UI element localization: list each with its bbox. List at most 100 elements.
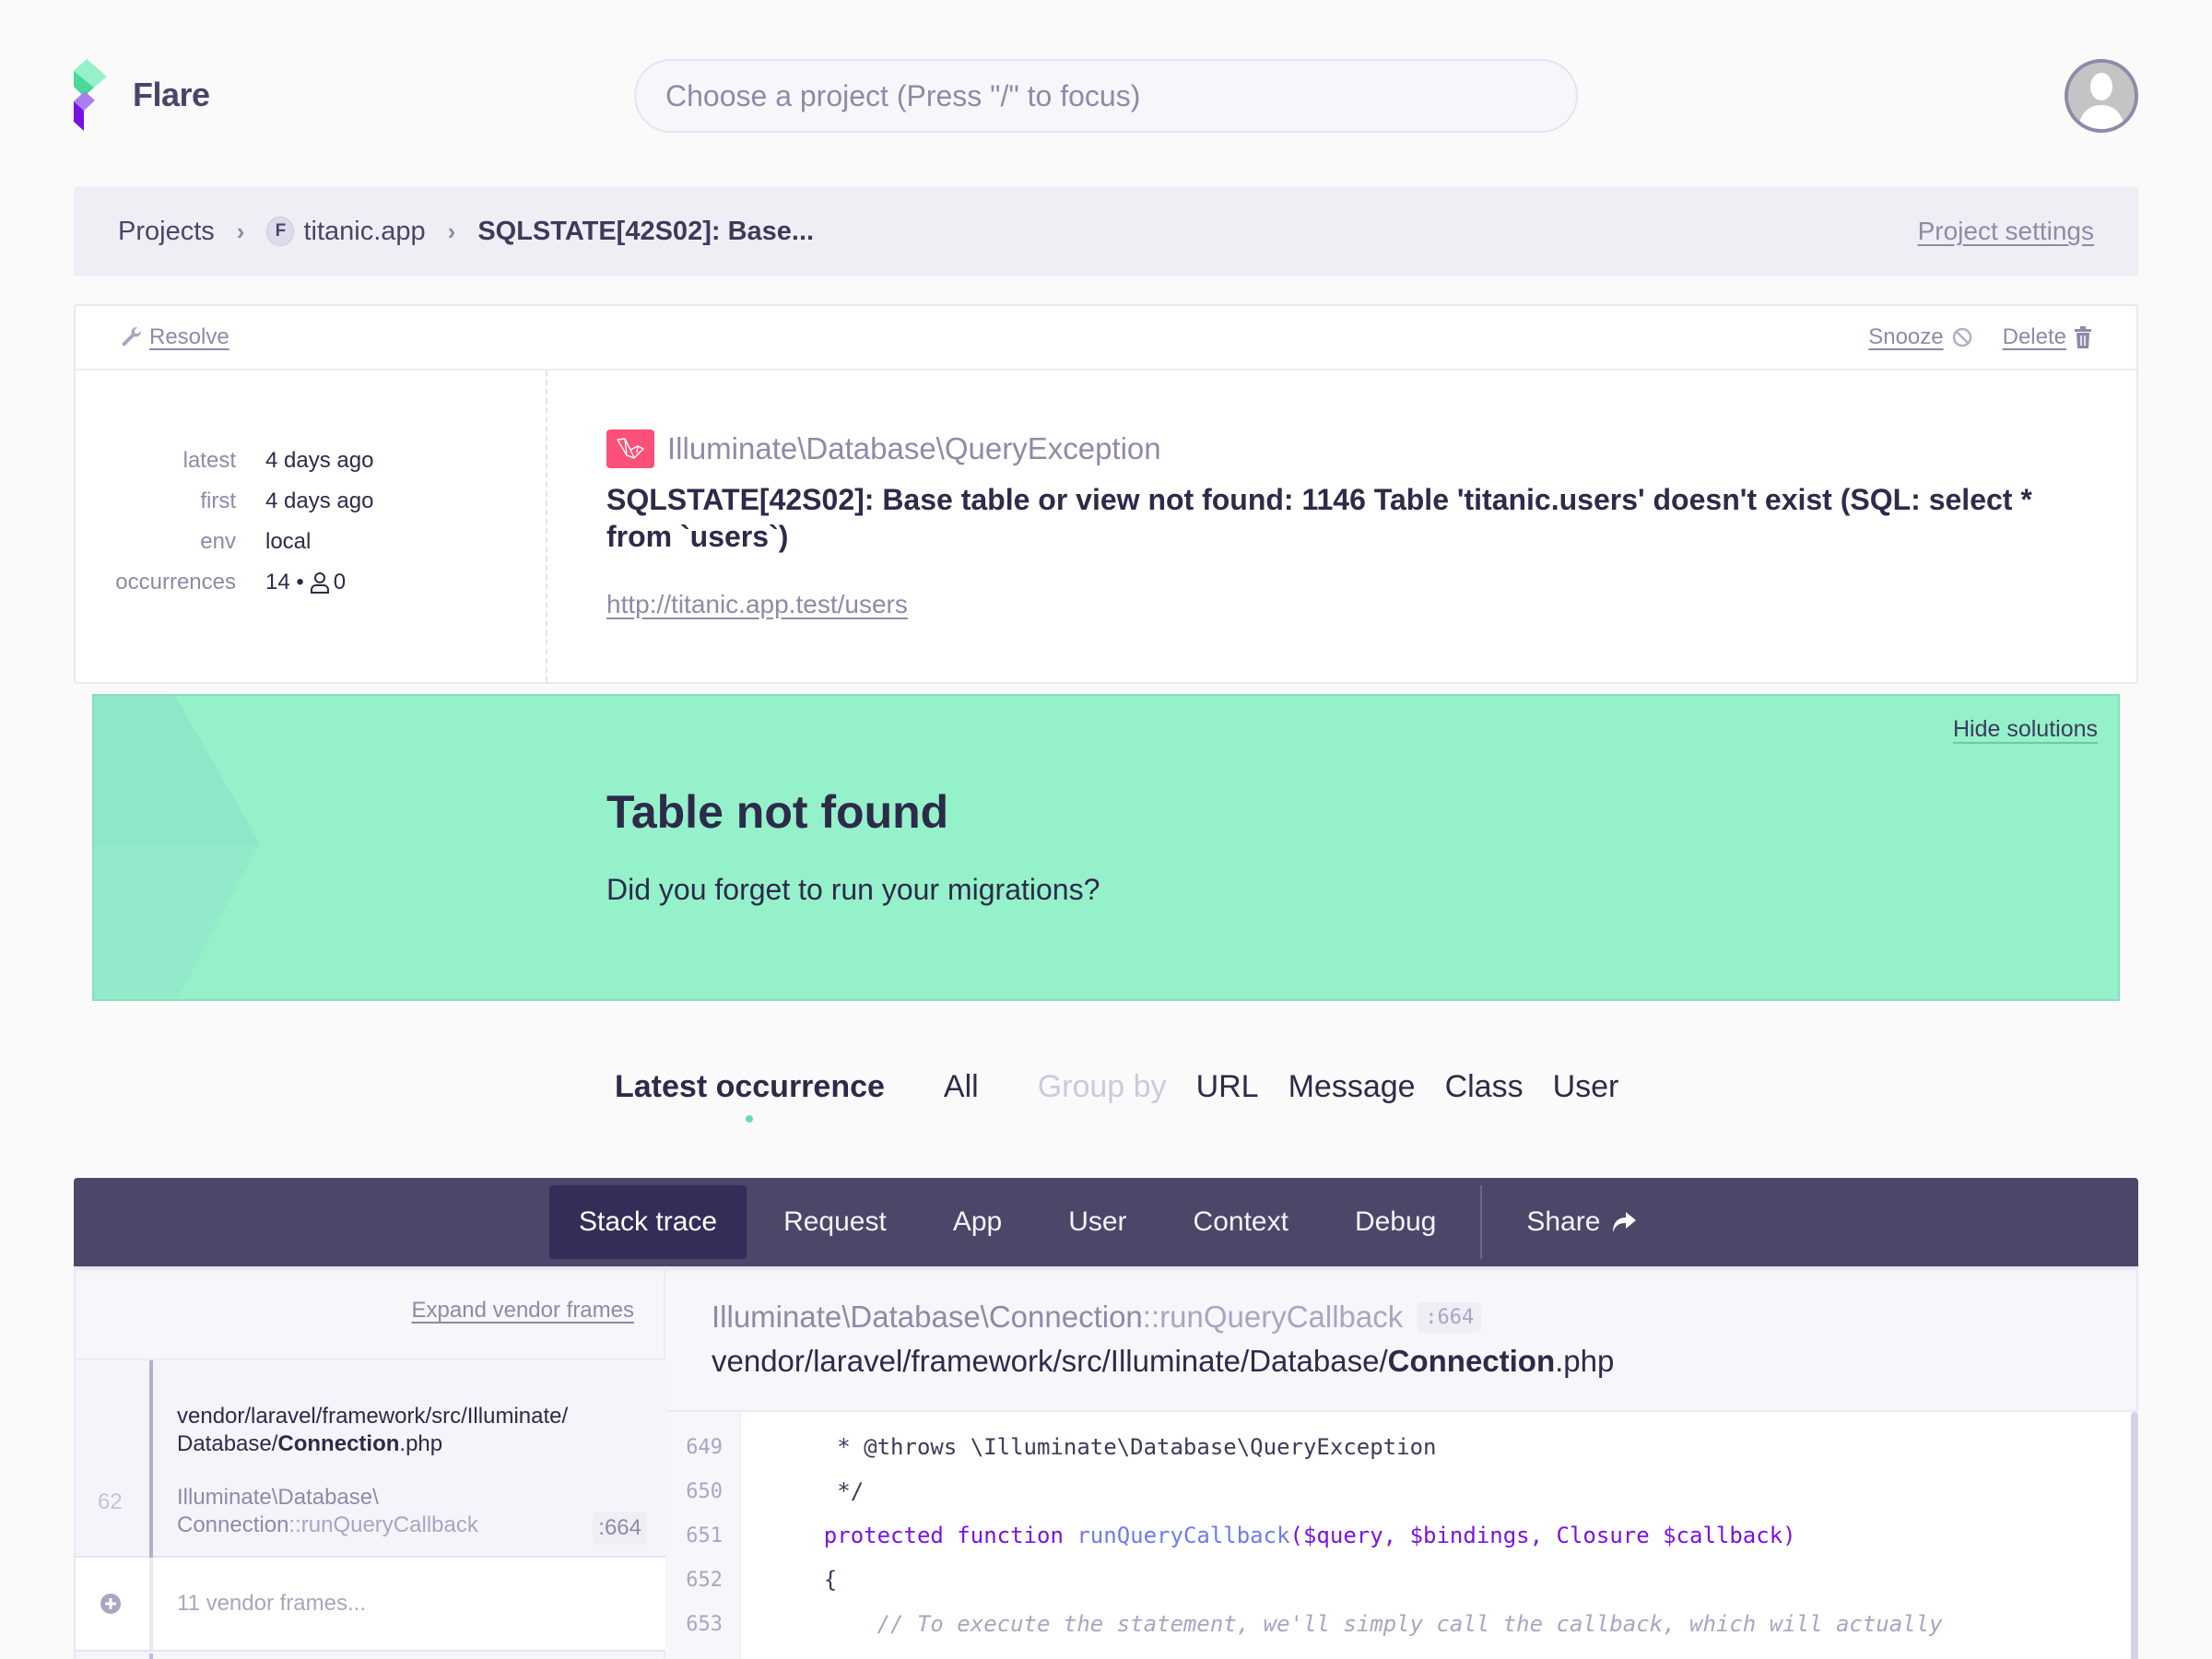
error-card: Resolve Snooze Delete latest 4 days ago … [74,304,2138,684]
breadcrumb: Projects › F titanic.app › SQLSTATE[42S0… [74,186,2138,276]
code-file-ext: .php [1555,1344,1615,1378]
frame-file-name: Connection [277,1431,400,1456]
code-snippet: 649 * @throws \Illuminate\Database\Query… [667,1410,2138,1659]
code-line: 651 protected function runQueryCallback(… [667,1513,1795,1558]
line-text: */ [771,1478,865,1504]
user-avatar[interactable] [2065,59,2138,133]
delete-button[interactable]: Delete [2003,324,2092,350]
code-line: 652 { [667,1558,837,1602]
meta-row-occurrences: occurrences 14 • 0 [76,562,546,603]
collapsed-vendor-frames[interactable]: 11 vendor frames... [76,1558,665,1652]
snooze-button[interactable]: Snooze [1868,324,1972,350]
resolve-button[interactable]: Resolve [120,324,229,350]
frame-file: vendor/laravel/framework/src/Illuminate/… [177,1403,638,1458]
user-placeholder-icon [2068,63,2135,129]
code-file-path[interactable]: vendor/laravel/framework/src/Illuminate/… [712,1344,1614,1379]
meta-key: latest [182,448,236,473]
chevron-right-icon: › [447,217,456,245]
frame-list: Expand vendor frames 62 vendor/laravel/f… [76,1266,665,1659]
code-scrollbar[interactable] [2131,1412,2138,1659]
affected-users-count: 0 [333,570,347,594]
line-number: 652 [686,1568,723,1592]
breadcrumb-projects[interactable]: Projects [118,217,215,247]
code-line-badge: :664 [1418,1301,1482,1333]
exception-class: Illuminate\Database\QueryException [606,429,2077,468]
breadcrumb-project[interactable]: F titanic.app [266,216,426,247]
snooze-label: Snooze [1868,324,1944,349]
code-method-name: ::runQueryCallback [1142,1300,1404,1334]
meta-key: env [200,529,236,554]
tab-context[interactable]: Context [1164,1185,1318,1259]
share-arrow-icon [1613,1212,1637,1232]
meta-value: 14 • 0 [265,570,346,595]
share-label: Share [1526,1206,1601,1237]
code-line: 650 */ [667,1469,864,1513]
line-number: 653 [686,1612,723,1636]
keyword: protected [823,1523,944,1548]
meta-value: 4 days ago [265,448,374,473]
meta-row-latest: latest 4 days ago [76,441,546,481]
plus-circle-icon [100,1594,121,1614]
frame-indicator [149,1360,153,1558]
flare-logo[interactable]: Flare [74,59,210,131]
line-number: 651 [686,1524,723,1547]
frame-indicator [149,1653,153,1659]
line-comment: // To execute the statement, we'll simpl… [771,1611,1943,1637]
meta-key: occurrences [115,570,236,594]
flare-logo-icon [74,59,107,131]
project-search-input[interactable] [634,59,1578,133]
top-nav: Flare [74,57,2138,135]
code-viewer: Illuminate\Database\Connection::runQuery… [667,1266,2138,1659]
project-badge: F [266,217,295,246]
line-text: * @throws \Illuminate\Database\QueryExce… [771,1434,1437,1460]
chevron-right-icon: › [236,217,245,245]
exception-details: Illuminate\Database\QueryException SQLST… [547,371,2136,682]
meta-row-first: first 4 days ago [76,481,546,522]
frame-file-ext: .php [399,1431,443,1456]
frame-method-name: ::runQueryCallback [288,1512,478,1537]
frame-indicator [149,1558,153,1650]
tab-stack-trace[interactable]: Stack trace [549,1185,747,1259]
hide-solutions-button[interactable]: Hide solutions [1953,716,2098,743]
occurrence-filters: Latest occurrence All Group by URL Messa… [615,1069,1648,1123]
exception-class-name: Illuminate\Database\QueryException [667,431,1161,465]
function-args: ($query, $bindings, Closure $callback) [1289,1523,1796,1548]
tab-app[interactable]: App [924,1185,1031,1259]
code-header: Illuminate\Database\Connection::runQuery… [712,1300,1614,1379]
stack-trace-panel: Expand vendor frames 62 vendor/laravel/f… [74,1266,2138,1659]
vendor-frames-label: 11 vendor frames... [177,1591,366,1616]
delete-label: Delete [2002,324,2066,349]
code-line: 649 * @throws \Illuminate\Database\Query… [667,1425,1436,1469]
group-by-url[interactable]: URL [1196,1069,1259,1105]
tab-user[interactable]: User [1039,1185,1156,1259]
laravel-icon [606,429,654,468]
filter-all[interactable]: All [944,1069,979,1105]
frame-method: Illuminate\Database\ Connection::runQuer… [177,1484,582,1539]
solution-panel: Hide solutions Table not found Did you f… [92,694,2120,1001]
stack-frame-selected[interactable]: 62 vendor/laravel/framework/src/Illumina… [76,1359,665,1558]
tab-debug[interactable]: Debug [1325,1185,1465,1259]
breadcrumb-project-label: titanic.app [303,216,426,246]
occurrence-count: 14 • [265,570,304,594]
group-by-message[interactable]: Message [1288,1069,1416,1105]
detail-tabs: Stack trace Request App User Context Deb… [74,1178,2138,1266]
tab-request[interactable]: Request [754,1185,916,1259]
code-file-dir: vendor/laravel/framework/src/Illuminate/… [712,1344,1388,1378]
filter-latest-occurrence[interactable]: Latest occurrence [615,1069,885,1123]
line-text: { [771,1567,838,1593]
request-url-link[interactable]: http://titanic.app.test/users [606,590,908,619]
trash-icon [2075,326,2091,348]
expand-vendor-frames-button[interactable]: Expand vendor frames [412,1298,634,1324]
solution-decoration-shape [94,696,260,999]
group-by-user[interactable]: User [1553,1069,1619,1105]
project-settings-link[interactable]: Project settings [1918,217,2094,246]
code-file-name: Connection [1387,1344,1556,1378]
meta-key: first [200,488,236,513]
error-meta: latest 4 days ago first 4 days ago env l… [76,371,547,682]
line-number: 649 [686,1435,723,1459]
group-by-class[interactable]: Class [1445,1069,1524,1105]
share-button[interactable]: Share [1497,1185,1666,1259]
solution-description: Did you forget to run your migrations? [606,873,1100,906]
tab-divider [1480,1185,1483,1259]
code-method: Illuminate\Database\Connection::runQuery… [712,1300,1614,1335]
